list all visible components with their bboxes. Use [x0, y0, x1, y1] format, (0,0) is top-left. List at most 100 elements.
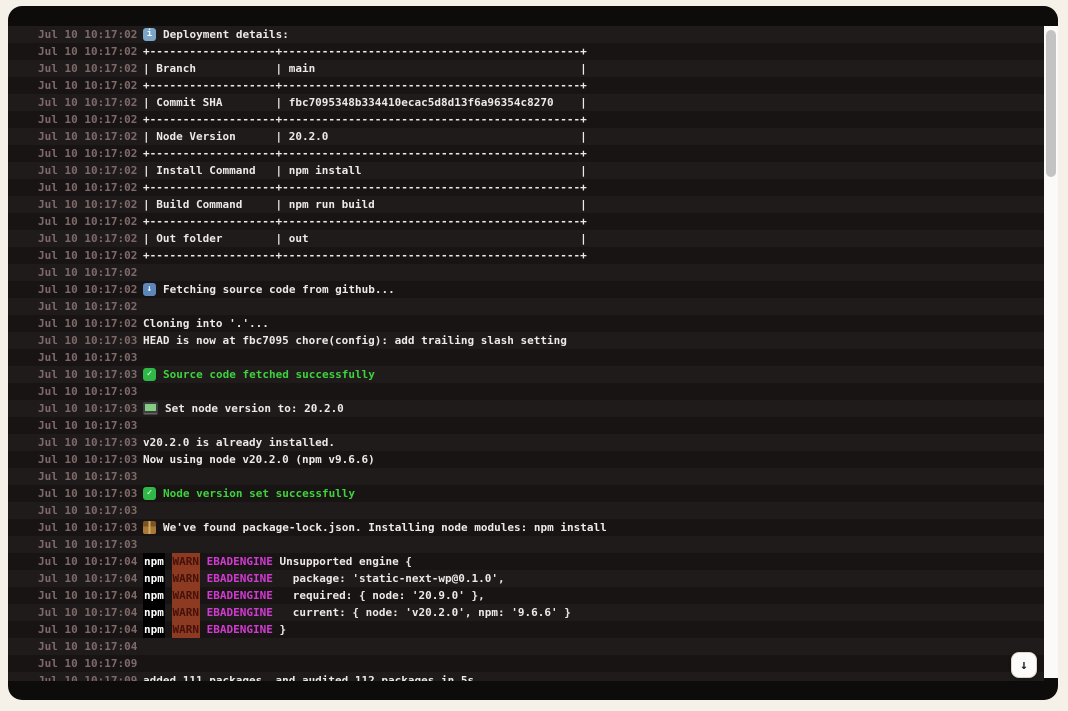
log-text: +-------------------+-------------------… [143, 77, 587, 94]
log-timestamp: Jul 10 10:17:04 [38, 604, 143, 621]
check-icon: ✓ [143, 487, 156, 500]
log-message: npm WARN EBADENGINE current: { node: 'v2… [143, 604, 571, 621]
log-timestamp: Jul 10 10:17:02 [38, 196, 143, 213]
log-text [200, 570, 207, 587]
log-text: | Install Command | npm install | [143, 162, 587, 179]
scrollbar-thumb[interactable] [1046, 30, 1056, 177]
log-row: Jul 10 10:17:03Set node version to: 20.2… [8, 400, 1044, 417]
log-text: EBADENGINE [207, 621, 273, 638]
log-timestamp: Jul 10 10:17:02 [38, 162, 143, 179]
log-timestamp: Jul 10 10:17:09 [38, 672, 143, 681]
log-row: Jul 10 10:17:02| Install Command | npm i… [8, 162, 1044, 179]
log-rows-container: Jul 10 10:17:02iDeployment details:Jul 1… [8, 26, 1044, 681]
log-text: WARN [172, 604, 201, 621]
log-timestamp: Jul 10 10:17:03 [38, 332, 143, 349]
log-text: v20.2.0 is already installed. [143, 434, 335, 451]
package-icon [143, 521, 156, 534]
log-row: Jul 10 10:17:04 [8, 638, 1044, 655]
log-text: +-------------------+-------------------… [143, 213, 587, 230]
log-text [165, 604, 172, 621]
log-message: Cloning into '.'... [143, 315, 269, 332]
log-timestamp: Jul 10 10:17:03 [38, 383, 143, 400]
log-message: | Branch | main | [143, 60, 587, 77]
log-timestamp: Jul 10 10:17:03 [38, 468, 143, 485]
log-message: | Install Command | npm install | [143, 162, 587, 179]
log-timestamp: Jul 10 10:17:03 [38, 536, 143, 553]
log-row: Jul 10 10:17:09added 111 packages, and a… [8, 672, 1044, 681]
log-message: We've found package-lock.json. Installin… [143, 519, 607, 536]
log-message: +-------------------+-------------------… [143, 179, 587, 196]
log-row: Jul 10 10:17:03We've found package-lock.… [8, 519, 1044, 536]
log-text: EBADENGINE [207, 570, 273, 587]
log-message: npm WARN EBADENGINE Unsupported engine { [143, 553, 412, 570]
log-row: Jul 10 10:17:03 [8, 502, 1044, 519]
log-text: Node version set successfully [163, 485, 355, 502]
log-message: ✓Source code fetched successfully [143, 366, 375, 383]
log-row: Jul 10 10:17:03 [8, 417, 1044, 434]
log-text: WARN [172, 621, 201, 638]
log-text: WARN [172, 587, 201, 604]
log-row: Jul 10 10:17:03 [8, 349, 1044, 366]
scroll-to-bottom-button[interactable]: ↓ [1011, 652, 1037, 678]
scrollbar-track[interactable] [1044, 26, 1058, 678]
log-timestamp: Jul 10 10:17:02 [38, 111, 143, 128]
log-timestamp: Jul 10 10:17:04 [38, 553, 143, 570]
log-row: Jul 10 10:17:02+-------------------+----… [8, 43, 1044, 60]
log-row: Jul 10 10:17:02Cloning into '.'... [8, 315, 1044, 332]
log-text: EBADENGINE [207, 553, 273, 570]
log-timestamp: Jul 10 10:17:03 [38, 349, 143, 366]
log-message: added 111 packages, and audited 112 pack… [143, 672, 474, 681]
log-text: | Build Command | npm run build | [143, 196, 587, 213]
log-message: HEAD is now at fbc7095 chore(config): ad… [143, 332, 567, 349]
log-text: Fetching source code from github... [163, 281, 395, 298]
log-timestamp: Jul 10 10:17:03 [38, 366, 143, 383]
log-row: Jul 10 10:17:02| Branch | main | [8, 60, 1044, 77]
log-row: Jul 10 10:17:04npm WARN EBADENGINE curre… [8, 604, 1044, 621]
log-row: Jul 10 10:17:03✓Source code fetched succ… [8, 366, 1044, 383]
log-row: Jul 10 10:17:03HEAD is now at fbc7095 ch… [8, 332, 1044, 349]
log-row: Jul 10 10:17:02+-------------------+----… [8, 77, 1044, 94]
log-timestamp: Jul 10 10:17:03 [38, 519, 143, 536]
log-timestamp: Jul 10 10:17:03 [38, 502, 143, 519]
log-timestamp: Jul 10 10:17:02 [38, 213, 143, 230]
log-row: Jul 10 10:17:04npm WARN EBADENGINE } [8, 621, 1044, 638]
log-row: Jul 10 10:17:02+-------------------+----… [8, 111, 1044, 128]
laptop-icon [143, 402, 158, 413]
log-text: current: { node: 'v20.2.0', npm: '9.6.6'… [273, 604, 571, 621]
log-text [165, 570, 172, 587]
log-row: Jul 10 10:17:02 [8, 298, 1044, 315]
log-text: | Out folder | out | [143, 230, 587, 247]
log-row: Jul 10 10:17:02+-------------------+----… [8, 179, 1044, 196]
log-text: +-------------------+-------------------… [143, 111, 587, 128]
log-row: Jul 10 10:17:02| Node Version | 20.2.0 | [8, 128, 1044, 145]
log-row: Jul 10 10:17:04npm WARN EBADENGINE packa… [8, 570, 1044, 587]
log-text: } [273, 621, 286, 638]
log-row: Jul 10 10:17:03 [8, 468, 1044, 485]
log-text: npm [143, 570, 165, 587]
log-viewport[interactable]: Jul 10 10:17:02iDeployment details:Jul 1… [8, 26, 1044, 681]
log-timestamp: Jul 10 10:17:02 [38, 26, 143, 43]
log-row: Jul 10 10:17:03v20.2.0 is already instal… [8, 434, 1044, 451]
log-text [165, 553, 172, 570]
log-timestamp: Jul 10 10:17:02 [38, 230, 143, 247]
log-message: +-------------------+-------------------… [143, 43, 587, 60]
log-row: Jul 10 10:17:03✓Node version set success… [8, 485, 1044, 502]
log-message: ↓Fetching source code from github... [143, 281, 395, 298]
log-message: Set node version to: 20.2.0 [143, 400, 344, 417]
log-message: | Commit SHA | fbc7095348b334410ecac5d8d… [143, 94, 587, 111]
log-timestamp: Jul 10 10:17:02 [38, 179, 143, 196]
log-text: | Branch | main | [143, 60, 587, 77]
log-text: npm [143, 587, 165, 604]
log-text: HEAD is now at fbc7095 chore(config): ad… [143, 332, 567, 349]
log-timestamp: Jul 10 10:17:02 [38, 264, 143, 281]
log-text: npm [143, 621, 165, 638]
log-text [200, 604, 207, 621]
log-text: EBADENGINE [207, 587, 273, 604]
log-timestamp: Jul 10 10:17:04 [38, 587, 143, 604]
log-timestamp: Jul 10 10:17:04 [38, 638, 143, 655]
log-row: Jul 10 10:17:04npm WARN EBADENGINE Unsup… [8, 553, 1044, 570]
log-text: EBADENGINE [207, 604, 273, 621]
log-row: Jul 10 10:17:02| Out folder | out | [8, 230, 1044, 247]
log-timestamp: Jul 10 10:17:03 [38, 417, 143, 434]
log-text [165, 621, 172, 638]
